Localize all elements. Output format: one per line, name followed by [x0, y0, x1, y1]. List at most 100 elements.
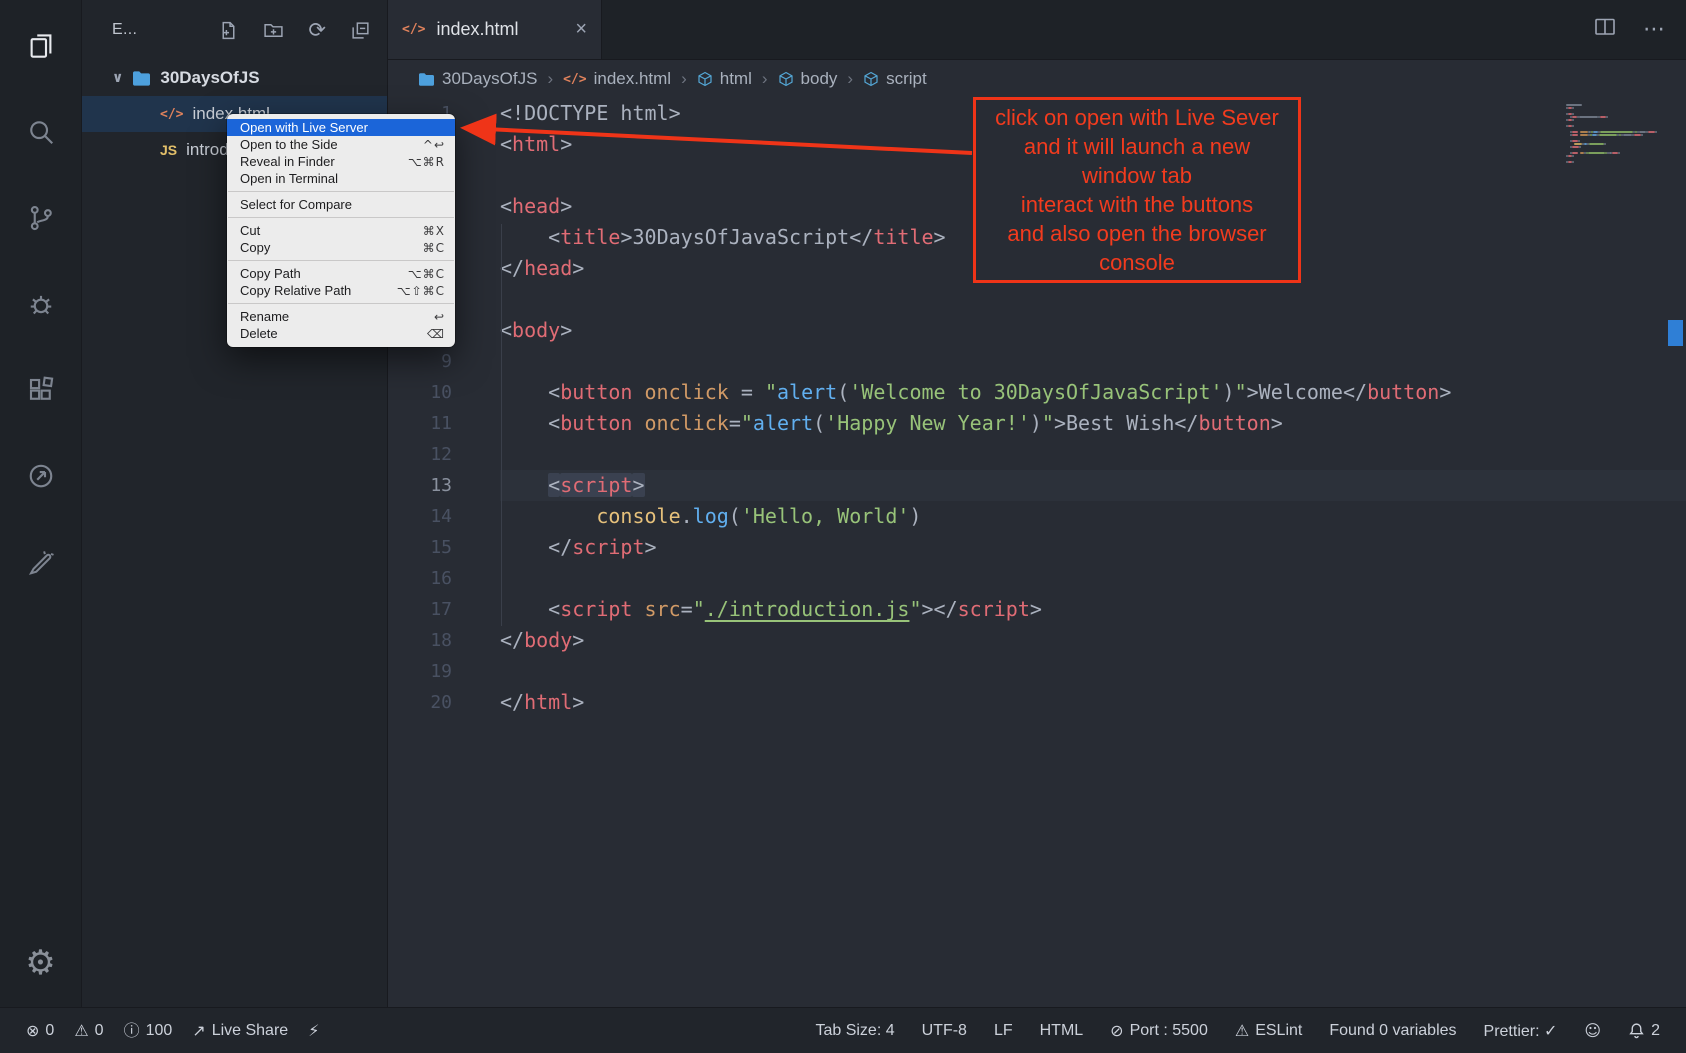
html-file-icon: </> [160, 107, 183, 122]
menu-item-reveal-in-finder[interactable]: Reveal in Finder⌥⌘R [227, 153, 455, 170]
code-line[interactable]: 15 </script> [388, 532, 1686, 563]
indent-guide [501, 224, 502, 626]
code-line[interactable]: 18</body> [388, 625, 1686, 656]
status-prettier[interactable]: Prettier: ✓ [1484, 1021, 1558, 1041]
symbol-cube-icon [697, 71, 713, 87]
menu-item-open-to-the-side[interactable]: Open to the Side^↩ [227, 136, 455, 153]
activity-edit-session-button[interactable] [15, 536, 67, 588]
tab-label: index.html [436, 19, 518, 40]
status-notifications[interactable]: 2 [1628, 1022, 1660, 1040]
tab-index-html[interactable]: </> index.html × [388, 0, 602, 59]
menu-item-open-with-live-server[interactable]: Open with Live Server [227, 119, 455, 136]
status-live-share[interactable]: ↗Live Share [192, 1022, 288, 1040]
pen-icon [26, 547, 56, 577]
collapse-folders-icon[interactable] [350, 20, 371, 41]
menu-item-select-for-compare[interactable]: Select for Compare [227, 196, 455, 213]
status-bar-right: Tab Size: 4 UTF-8 LF HTML ⊘Port : 5500 ⚠ESLin… [815, 1021, 1660, 1041]
status-feedback-smiley[interactable]: ☺ [1584, 1023, 1601, 1039]
new-file-icon[interactable] [218, 20, 239, 41]
line-number: 12 [388, 439, 452, 470]
menu-item-copy-path[interactable]: Copy Path⌥⌘C [227, 265, 455, 282]
symbol-cube-icon [778, 71, 794, 87]
refresh-icon[interactable]: ⟳ [308, 20, 326, 41]
source-control-icon [26, 203, 56, 233]
code-line[interactable]: 14 console.log('Hello, World') [388, 501, 1686, 532]
menu-shortcut: ⌥⇧⌘C [397, 284, 445, 298]
folder-icon [132, 70, 151, 87]
breadcrumb-separator: › [681, 69, 687, 89]
gear-icon: ⚙ [25, 946, 55, 980]
menu-shortcut: ⌥⌘R [408, 155, 445, 169]
breadcrumb-item-body[interactable]: body [778, 69, 838, 89]
code-line[interactable]: 9 [388, 346, 1686, 377]
menu-item-cut[interactable]: Cut⌘X [227, 222, 455, 239]
code-text: <button onclick="alert('Happy New Year!'… [500, 408, 1686, 439]
status-problems-warnings[interactable]: ⚠0 [74, 1022, 103, 1040]
menu-separator [228, 191, 454, 192]
menu-item-delete[interactable]: Delete⌫ [227, 325, 455, 342]
code-line[interactable]: 13 <script> [388, 470, 1686, 501]
folder-row-30daysofjs[interactable]: ∨ 30DaysOfJS [82, 60, 387, 96]
code-line[interactable]: 11 <button onclick="alert('Happy New Yea… [388, 408, 1686, 439]
status-eol[interactable]: LF [994, 1022, 1013, 1040]
status-found-variables[interactable]: Found 0 variables [1329, 1022, 1456, 1040]
line-number: 16 [388, 563, 452, 594]
files-icon [26, 31, 56, 61]
code-line[interactable]: 17 <script src="./introduction.js"></scr… [388, 594, 1686, 625]
close-icon[interactable]: × [575, 18, 587, 41]
vscode-window: ⚙ E... ⟳ [0, 0, 1686, 1053]
problems-warnings-icon: ⚠ [74, 1023, 88, 1039]
menu-shortcut: ⌘C [423, 241, 445, 255]
status-live-server-port[interactable]: ⊘Port : 5500 [1110, 1022, 1208, 1040]
status-encoding[interactable]: UTF-8 [922, 1022, 967, 1040]
activity-live-share-button[interactable] [15, 450, 67, 502]
line-number: 20 [388, 687, 452, 718]
code-line[interactable]: 12 [388, 439, 1686, 470]
code-text: <script src="./introduction.js"></script… [500, 594, 1686, 625]
breadcrumb-item-html[interactable]: html [697, 69, 752, 89]
menu-shortcut: ↩ [434, 310, 445, 324]
new-folder-icon[interactable] [263, 20, 284, 41]
status-tab-size[interactable]: Tab Size: 4 [815, 1022, 894, 1040]
minimap[interactable] [1566, 104, 1660, 164]
line-number: 17 [388, 594, 452, 625]
feedback-smiley-icon: ☺ [1584, 1023, 1601, 1039]
activity-explorer-button[interactable] [15, 20, 67, 72]
code-line[interactable]: 16 [388, 563, 1686, 594]
code-line[interactable]: 10 <button onclick = "alert('Welcome to … [388, 377, 1686, 408]
status-language-mode[interactable]: HTML [1040, 1022, 1084, 1040]
overview-ruler-marker [1668, 320, 1683, 346]
status-live-server-flash[interactable]: ⚡ [308, 1023, 319, 1039]
line-number: 9 [388, 346, 452, 377]
breadcrumb-item-index-html[interactable]: </>index.html [563, 69, 671, 89]
menu-item-rename[interactable]: Rename↩ [227, 308, 455, 325]
code-line[interactable]: 20</html> [388, 687, 1686, 718]
activity-run-debug-button[interactable] [15, 278, 67, 330]
menu-shortcut: ⌥⌘C [408, 267, 445, 281]
line-number: 11 [388, 408, 452, 439]
menu-item-copy-relative-path[interactable]: Copy Relative Path⌥⇧⌘C [227, 282, 455, 299]
code-line[interactable]: 19 [388, 656, 1686, 687]
code-text: <button onclick = "alert('Welcome to 30D… [500, 377, 1686, 408]
more-actions-icon[interactable]: ⋯ [1643, 17, 1666, 42]
menu-item-open-in-terminal[interactable]: Open in Terminal [227, 170, 455, 187]
menu-item-copy[interactable]: Copy⌘C [227, 239, 455, 256]
line-number: 13 [388, 470, 452, 501]
activity-source-control-button[interactable] [15, 192, 67, 244]
code-line[interactable]: 8<body> [388, 315, 1686, 346]
status-problems-info[interactable]: ⓘ100 [124, 1022, 173, 1040]
breadcrumb-separator: › [762, 69, 768, 89]
bell-icon [1628, 1022, 1645, 1039]
status-eslint[interactable]: ⚠ESLint [1235, 1022, 1302, 1040]
split-editor-icon[interactable] [1593, 15, 1617, 44]
code-text [500, 439, 1686, 470]
activity-search-button[interactable] [15, 106, 67, 158]
status-problems-errors[interactable]: ⊗0 [26, 1022, 54, 1040]
activity-extensions-button[interactable] [15, 364, 67, 416]
breadcrumb-item-30daysofjs[interactable]: 30DaysOfJS [418, 69, 537, 89]
activity-settings-button[interactable]: ⚙ [15, 937, 67, 989]
code-line[interactable]: 7 [388, 284, 1686, 315]
menu-separator [228, 303, 454, 304]
breadcrumb-separator: › [847, 69, 853, 89]
breadcrumb-item-script[interactable]: script [863, 69, 927, 89]
